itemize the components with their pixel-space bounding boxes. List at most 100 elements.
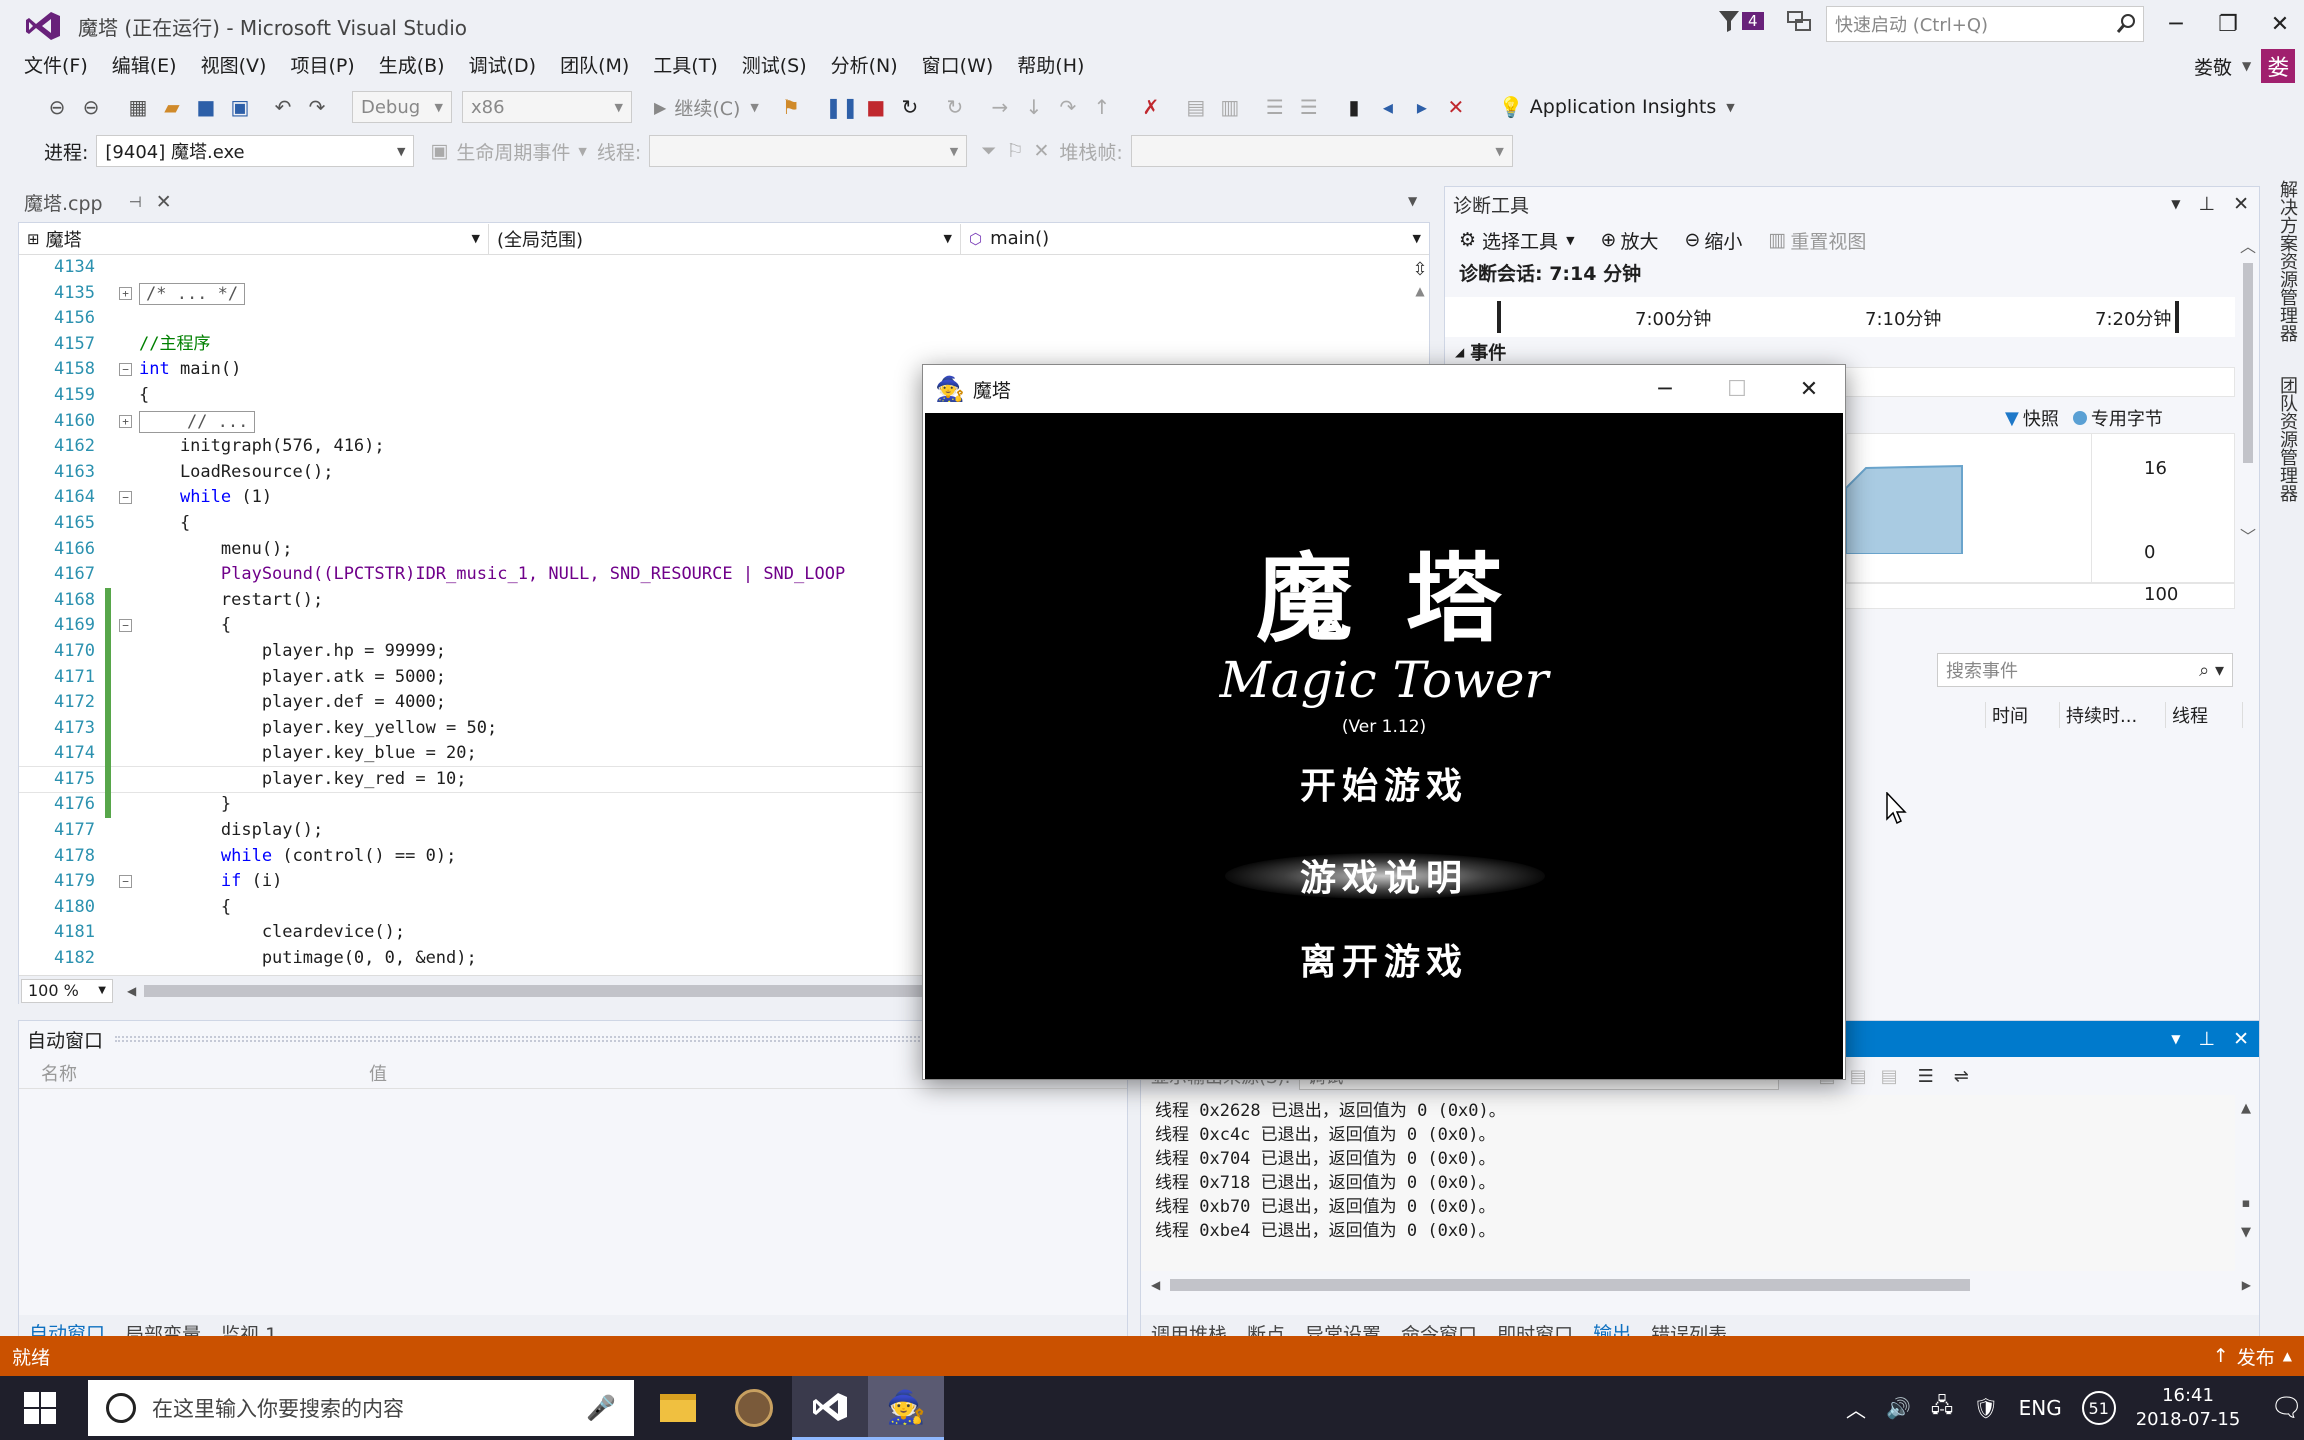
indent-icon[interactable]: ☰	[1261, 93, 1289, 121]
pin-icon[interactable]: ⊥	[2199, 193, 2216, 215]
outdent-icon[interactable]: ☰	[1295, 93, 1323, 121]
minimize-button[interactable]: ─	[2150, 2, 2202, 46]
magic-tower-window[interactable]: 🧙 魔塔 ─ ☐ ✕ 魔 塔 Magic Tower (Ver 1.12) 开始…	[922, 364, 1846, 1080]
menu-view[interactable]: 视图(V)	[189, 50, 279, 82]
save-all-icon[interactable]: ▣	[226, 93, 254, 121]
collapse-icon[interactable]: −	[119, 491, 132, 505]
save-icon[interactable]: ■	[192, 93, 220, 121]
magic-tower-app[interactable]: 🧙	[868, 1376, 944, 1440]
redo-icon[interactable]: ↷	[303, 93, 331, 121]
scroll-up-icon[interactable]: ︿	[2239, 233, 2257, 257]
events-section[interactable]: ◢ 事件	[1455, 337, 1506, 367]
lifecycle-events-button[interactable]: 生命周期事件	[456, 138, 570, 165]
output-horizontal-scrollbar[interactable]: ◀ ▶	[1151, 1275, 2251, 1295]
menu-tools[interactable]: 工具(T)	[641, 50, 729, 82]
menu-debug[interactable]: 调试(D)	[457, 50, 548, 82]
comment-icon[interactable]: ▤	[1182, 93, 1210, 121]
new-project-icon[interactable]: ▦	[124, 93, 152, 121]
game-minimize-button[interactable]: ─	[1629, 367, 1701, 411]
menu-window[interactable]: 窗口(W)	[910, 50, 1006, 82]
column-header[interactable]: 名称	[19, 1060, 359, 1086]
clock[interactable]: 16:41 2018-07-15	[2136, 1384, 2241, 1432]
menu-help[interactable]: 帮助(H)	[1005, 50, 1096, 82]
collapse-icon[interactable]: −	[119, 875, 132, 889]
scroll-thumb[interactable]: ▪	[2237, 1196, 2255, 1211]
output-text[interactable]: 线程 0x2628 已退出，返回值为 0 (0x0)。 线程 0xc4c 已退出…	[1141, 1095, 2235, 1271]
close-panel-icon[interactable]: ✕	[2233, 193, 2249, 215]
step-out-icon[interactable]: ↑	[1088, 93, 1116, 121]
restart-icon[interactable]: ↻	[896, 93, 924, 121]
exceptions-icon[interactable]: ✗	[1137, 93, 1165, 121]
menu-test[interactable]: 测试(S)	[730, 50, 819, 82]
action-center-icon[interactable]: 🗨	[2270, 1393, 2303, 1423]
column-header[interactable]: 线程	[2165, 702, 2243, 728]
platform-select[interactable]: x86 ▼	[462, 91, 632, 123]
refresh-icon[interactable]: ↻	[941, 93, 969, 121]
expand-icon[interactable]: +	[119, 286, 132, 300]
search-events-input[interactable]: 搜索事件 ⌕ ▾	[1937, 653, 2233, 687]
solution-explorer-tab[interactable]: 解决方案资源管理器	[2272, 180, 2300, 342]
publish-button[interactable]: ↑ 发布 ▲	[2213, 1343, 2292, 1370]
horizontal-scroll-thumb[interactable]	[144, 984, 925, 997]
next-message-icon[interactable]: ▤	[1881, 1066, 1898, 1087]
menu-edit[interactable]: 编辑(E)	[100, 50, 189, 82]
stack-frame-select[interactable]: ▼	[1130, 135, 1513, 167]
file-explorer-app[interactable]	[640, 1376, 716, 1440]
scroll-up-icon[interactable]: ▲	[1411, 284, 1429, 298]
scroll-up-icon[interactable]: ▲	[2237, 1101, 2255, 1116]
game-close-button[interactable]: ✕	[1773, 367, 1845, 411]
outline-gutter[interactable]: −	[105, 869, 139, 895]
code-line[interactable]: 4134	[19, 255, 1429, 281]
close-button[interactable]: ✕	[2254, 2, 2304, 46]
taskbar-search-input[interactable]: 在这里输入你要搜索的内容 🎤	[88, 1380, 634, 1436]
scroll-thumb[interactable]	[2243, 263, 2253, 463]
microphone-icon[interactable]: 🎤	[586, 1394, 616, 1422]
close-panel-icon[interactable]: ✕	[2233, 1028, 2249, 1050]
step-over-icon[interactable]: ↷	[1054, 93, 1082, 121]
outline-gutter[interactable]: +	[105, 409, 139, 435]
word-wrap-icon[interactable]: ⇌	[1954, 1066, 1969, 1087]
class-scope-select[interactable]: (全局范围) ▼	[489, 223, 961, 254]
timeline-ruler[interactable]: 7:00分钟 7:10分钟 7:20分钟	[1445, 297, 2235, 337]
pin-icon[interactable]: ⊣	[129, 193, 142, 211]
scroll-down-icon[interactable]: ▼	[2237, 1225, 2255, 1240]
collapse-icon[interactable]: −	[119, 363, 132, 377]
expand-icon[interactable]: +	[119, 414, 132, 428]
notifications[interactable]: 4	[1718, 8, 1764, 34]
menu-team[interactable]: 团队(M)	[548, 50, 641, 82]
game-title-bar[interactable]: 🧙 魔塔 ─ ☐ ✕	[923, 365, 1845, 413]
game-canvas[interactable]: 魔 塔 Magic Tower (Ver 1.12) 开始游戏 游戏说明 离开游…	[925, 413, 1843, 1079]
timeline-start-handle[interactable]	[1497, 301, 1501, 333]
volume-icon[interactable]: 🔊	[1886, 1396, 1911, 1420]
function-select[interactable]: ⬡ main() ▼	[961, 224, 1429, 254]
break-all-icon[interactable]: ❚❚	[825, 93, 859, 121]
dropdown-icon[interactable]: ▼	[2171, 197, 2180, 211]
collapse-icon[interactable]: −	[119, 619, 132, 633]
quit-game-option[interactable]: 离开游戏	[925, 933, 1843, 985]
next-bookmark-icon[interactable]: ▸	[1408, 93, 1436, 121]
team-explorer-tab[interactable]: 团队资源管理器	[2272, 376, 2300, 502]
scroll-right-icon[interactable]: ▶	[2242, 1278, 2251, 1292]
scroll-down-icon[interactable]: ﹀	[2239, 523, 2257, 547]
feedback-icon[interactable]	[1786, 8, 1812, 34]
column-header[interactable]: 时间	[1985, 702, 2059, 728]
outline-gutter[interactable]: −	[105, 485, 139, 511]
outline-gutter[interactable]: −	[105, 357, 139, 383]
code-line[interactable]: 4135 + /* ... */	[19, 281, 1429, 307]
outline-gutter[interactable]: −	[105, 613, 139, 639]
network-icon[interactable]: 🖧	[1931, 1391, 1953, 1425]
outline-gutter[interactable]: +	[105, 281, 139, 307]
scroll-left-icon[interactable]: ◀	[1151, 1278, 1160, 1292]
dropdown-icon[interactable]: ▼	[2171, 1032, 2180, 1046]
thread-select[interactable]: ▼	[649, 135, 968, 167]
visual-studio-app[interactable]	[792, 1376, 868, 1440]
flag-thread-icon[interactable]: ⚐	[1006, 140, 1023, 162]
split-icon[interactable]: ⇳	[1411, 259, 1429, 280]
diag-scrollbar[interactable]: ︿ ﹀	[2239, 233, 2257, 573]
windows-start-icon[interactable]	[22, 1390, 62, 1426]
menu-project[interactable]: 项目(P)	[278, 50, 366, 82]
game-instructions-option[interactable]: 游戏说明	[925, 849, 1843, 901]
document-tab[interactable]: 魔塔.cpp ⊣ ✕	[18, 186, 178, 218]
code-line[interactable]: 4157 //主程序	[19, 332, 1429, 358]
output-vertical-scrollbar[interactable]: ▲ ▪ ▼	[2237, 1101, 2255, 1271]
